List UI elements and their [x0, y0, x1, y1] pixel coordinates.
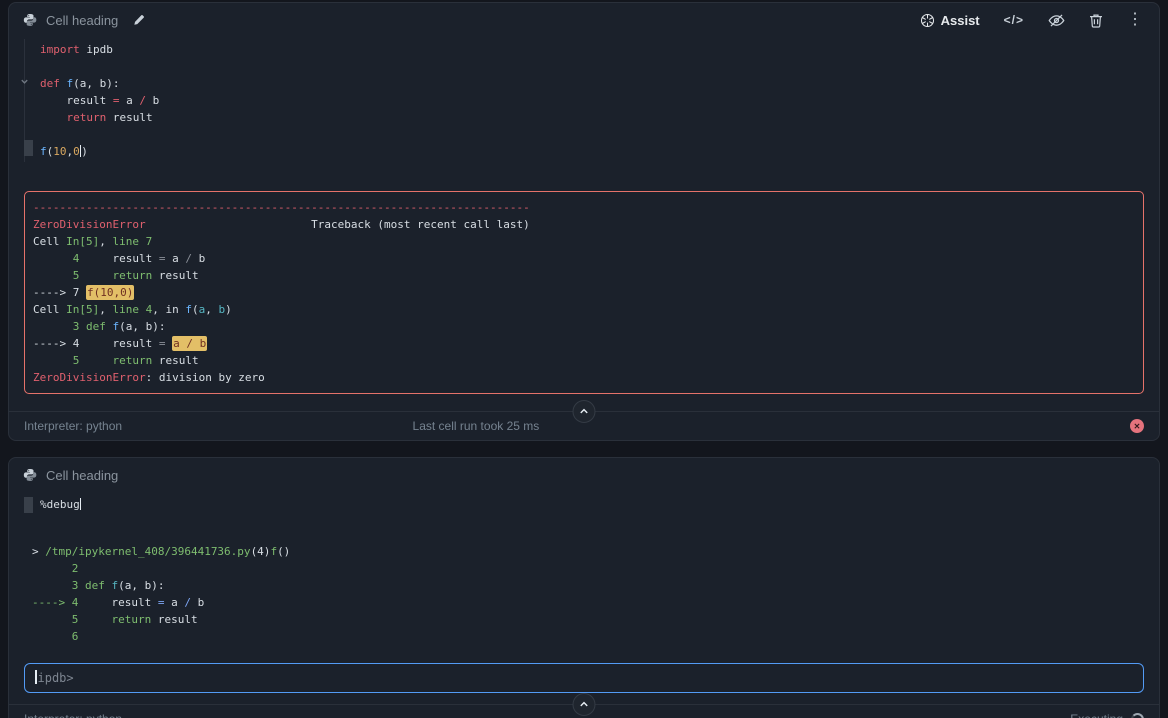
- collapse-output-button[interactable]: [573, 400, 596, 423]
- debug-output: > /tmp/ipykernel_408/396441736.py(4)f() …: [9, 543, 1159, 645]
- text-caret: [35, 670, 37, 684]
- code-toggle-icon[interactable]: </>: [1004, 13, 1024, 27]
- code-editor[interactable]: import ipdb def f(a, b): result = a / b r…: [9, 37, 1159, 170]
- fold-chevron-icon[interactable]: [18, 73, 31, 91]
- code-line: import ipdb: [40, 41, 1159, 58]
- cell-heading-label[interactable]: Cell heading: [46, 468, 118, 483]
- code-line: ----> 7 f(10,0): [33, 284, 1135, 301]
- code-line: 5 return result: [33, 267, 1135, 284]
- code-line: 2: [32, 560, 1151, 577]
- current-line-marker: [24, 140, 33, 156]
- notebook-cell: Cell heading Assist </>: [8, 2, 1160, 441]
- code-editor[interactable]: %debug: [9, 492, 1159, 523]
- executing-label: Executing: [1070, 712, 1123, 718]
- more-options-icon[interactable]: ⋮: [1127, 12, 1143, 28]
- hide-output-icon[interactable]: [1048, 12, 1065, 29]
- code-line: ----> 4 result = a / b: [33, 335, 1135, 352]
- code-line: 5 return result: [33, 352, 1135, 369]
- code-line: 3 def f(a, b):: [32, 577, 1151, 594]
- code-line: return result: [40, 109, 1159, 126]
- code-line: ----------------------------------------…: [33, 199, 1135, 216]
- code-line: 6: [32, 628, 1151, 645]
- spinner-icon: [1131, 713, 1144, 718]
- cell-footer: Interpreter: python Executing: [9, 704, 1159, 718]
- code-line: 3 def f(a, b):: [33, 318, 1135, 335]
- code-line: %debug: [40, 496, 1159, 513]
- current-line-marker: [24, 497, 33, 513]
- assist-icon: [920, 13, 935, 28]
- cell-header: Cell heading Assist </>: [9, 3, 1159, 37]
- interpreter-label: Interpreter: python: [24, 419, 122, 433]
- assist-label: Assist: [941, 13, 980, 28]
- python-icon: [23, 13, 37, 27]
- error-status-icon[interactable]: ✕: [1130, 419, 1144, 433]
- code-line: 4 result = a / b: [33, 250, 1135, 267]
- assist-button[interactable]: Assist: [920, 13, 980, 28]
- error-output: ----------------------------------------…: [24, 191, 1144, 394]
- cell-heading-label[interactable]: Cell heading: [46, 13, 118, 28]
- text-caret: [80, 498, 82, 510]
- ipdb-input[interactable]: ipdb>: [24, 663, 1144, 693]
- code-line: [40, 58, 1159, 75]
- code-line: Cell In[5], line 4, in f(a, b): [33, 301, 1135, 318]
- code-line: [40, 126, 1159, 143]
- code-line: ZeroDivisionError: division by zero: [33, 369, 1135, 386]
- interpreter-label: Interpreter: python: [24, 712, 122, 718]
- code-line: ----> 4 result = a / b: [32, 594, 1151, 611]
- cell-toolbar: Assist </> ⋮: [920, 12, 1145, 29]
- cell-header: Cell heading: [9, 458, 1159, 492]
- python-icon: [23, 468, 37, 482]
- cell-footer: Interpreter: python Last cell run took 2…: [9, 411, 1159, 440]
- ipdb-prompt-placeholder: ipdb>: [38, 671, 74, 685]
- code-line: Cell In[5], line 7: [33, 233, 1135, 250]
- notebook-cell: Cell heading %debug > /tmp/ipykernel_408…: [8, 457, 1160, 718]
- code-line: result = a / b: [40, 92, 1159, 109]
- code-line: f(10,0): [40, 143, 1159, 160]
- edit-heading-icon[interactable]: [133, 14, 145, 26]
- code-line: 5 return result: [32, 611, 1151, 628]
- code-line: > /tmp/ipykernel_408/396441736.py(4)f(): [32, 543, 1151, 560]
- runtime-label: Last cell run took 25 ms: [413, 419, 540, 433]
- code-line: ZeroDivisionError Traceback (most recent…: [33, 216, 1135, 233]
- code-line: def f(a, b):: [40, 75, 1159, 92]
- collapse-output-button[interactable]: [573, 693, 596, 716]
- delete-cell-icon[interactable]: [1089, 13, 1103, 28]
